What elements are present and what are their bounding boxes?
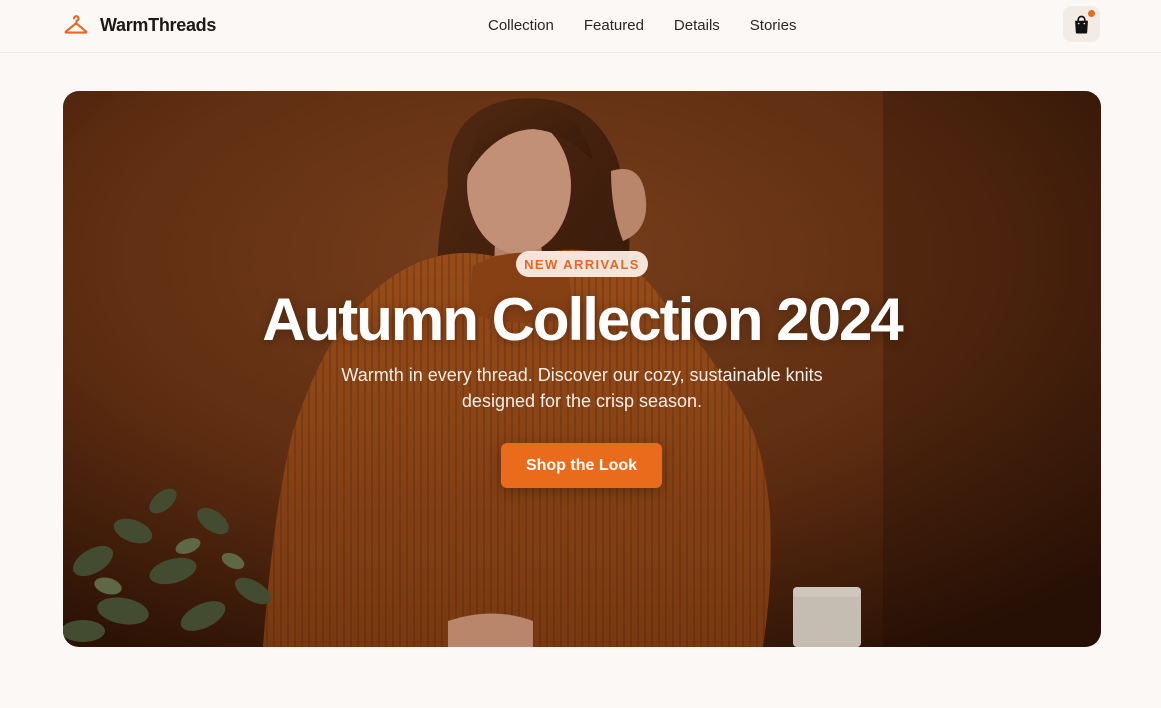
main-nav: Collection Featured Details Stories xyxy=(488,14,796,36)
shopping-bag-icon xyxy=(1075,15,1088,33)
cart-notification-dot xyxy=(1088,10,1095,17)
cart-button[interactable] xyxy=(1063,6,1100,42)
new-arrivals-badge: NEW ARRIVALS xyxy=(516,251,648,277)
brand-logo-link[interactable]: WarmThreads xyxy=(64,12,216,38)
hero-banner: NEW ARRIVALS Autumn Collection 2024 Warm… xyxy=(63,91,1101,647)
nav-link-details[interactable]: Details xyxy=(674,17,720,34)
hero-content: NEW ARRIVALS Autumn Collection 2024 Warm… xyxy=(63,91,1101,647)
hero-title: Autumn Collection 2024 xyxy=(262,286,903,353)
nav-link-featured[interactable]: Featured xyxy=(584,17,644,34)
site-header: WarmThreads Collection Featured Details … xyxy=(0,0,1161,53)
nav-link-collection[interactable]: Collection xyxy=(488,17,554,34)
hero-subtitle: Warmth in every thread. Discover our coz… xyxy=(341,365,823,411)
shop-the-look-button[interactable]: Shop the Look xyxy=(501,443,662,488)
nav-link-stories[interactable]: Stories xyxy=(750,17,797,34)
brand-name: WarmThreads xyxy=(100,14,217,35)
hanger-icon xyxy=(64,15,88,34)
